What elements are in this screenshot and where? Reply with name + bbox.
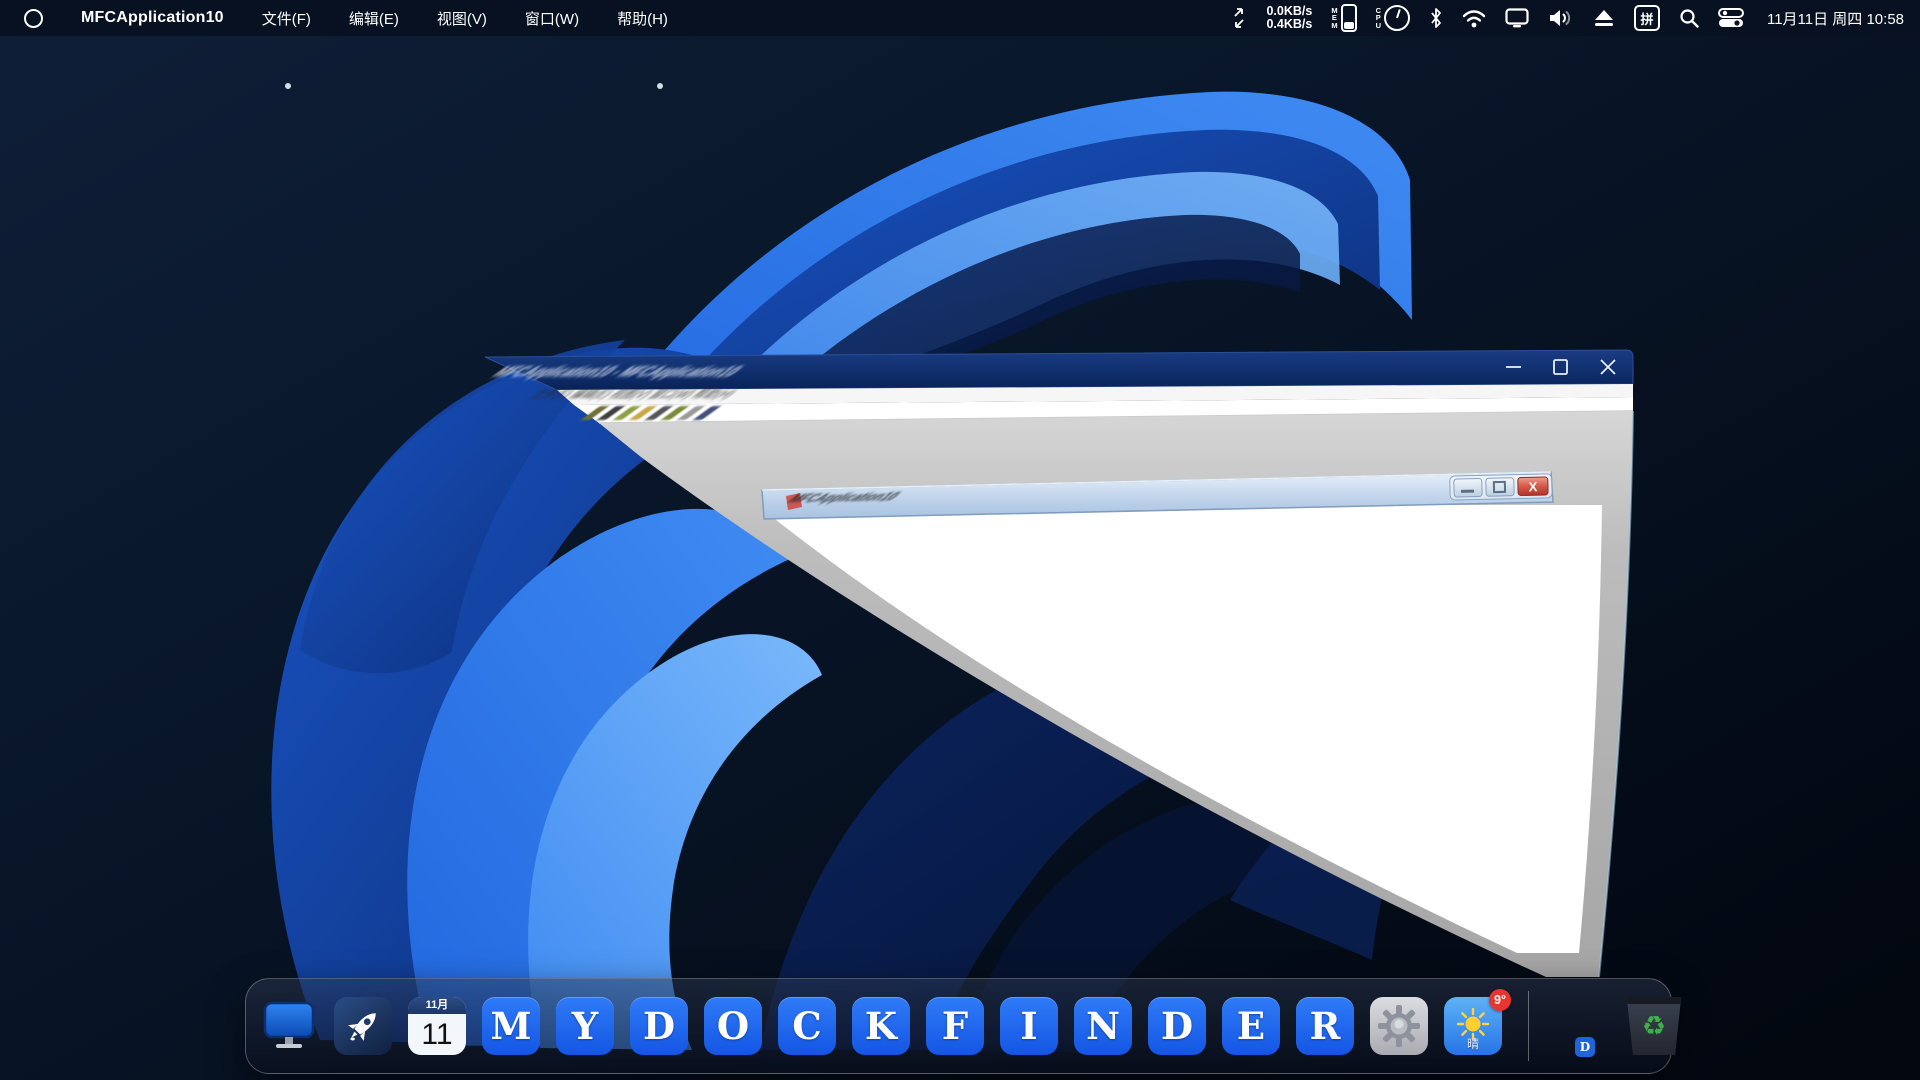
dock-item-calendar[interactable]: 11月 11	[408, 997, 466, 1055]
dock: 11月 11 M Y D O C K F I N D E R	[245, 978, 1672, 1074]
weather-temperature-badge: 9°	[1489, 989, 1511, 1011]
menu-help[interactable]: 帮助(H)	[617, 8, 668, 29]
display-finder-icon	[263, 1001, 315, 1051]
dock-divider	[1528, 991, 1529, 1061]
dock-item-launchpad[interactable]	[334, 997, 392, 1055]
dock-item-display-finder[interactable]	[260, 997, 318, 1055]
dock-item-letter-R[interactable]: R	[1296, 997, 1354, 1055]
menu-file[interactable]: 文件(F)	[262, 8, 311, 29]
gear-icon	[1377, 1004, 1421, 1048]
dock-item-letter-D2[interactable]: D	[1148, 997, 1206, 1055]
download-speed: 0.4KB/s	[1266, 18, 1312, 31]
active-app-name[interactable]: MFCApplication10	[81, 9, 224, 27]
volume-icon[interactable]	[1548, 8, 1574, 28]
running-indicator-letter-D	[657, 83, 663, 89]
cpu-gauge-icon[interactable]: C P U	[1376, 5, 1410, 31]
control-center-icon[interactable]	[1718, 8, 1744, 28]
outer-window-title-warped[interactable]: MFCApplication10 - MFCApplication10	[476, 356, 860, 388]
menu-view[interactable]: 视图(V)	[437, 8, 487, 29]
network-arrows-icon[interactable]	[1231, 8, 1247, 28]
dock-item-letter-F[interactable]: F	[926, 997, 984, 1055]
dock-item-letter-D[interactable]: D	[630, 997, 688, 1055]
svg-text:X: X	[1528, 479, 1537, 494]
dock-item-letter-Y[interactable]: Y	[556, 997, 614, 1055]
recycle-icon: ♻	[1642, 1013, 1666, 1040]
dock-item-letter-C[interactable]: C	[778, 997, 836, 1055]
wifi-icon[interactable]	[1462, 9, 1486, 28]
running-indicator-display	[285, 83, 291, 89]
inner-window-controls: X	[1450, 474, 1553, 500]
network-speed[interactable]: 0.0KB/s 0.4KB/s	[1266, 5, 1312, 31]
menu-edit[interactable]: 编辑(E)	[349, 8, 399, 29]
search-icon[interactable]	[1679, 8, 1699, 28]
inner-minimize-button	[1454, 478, 1482, 497]
bluetooth-icon[interactable]	[1429, 7, 1443, 29]
desktop: X MFCApplication10 - MFCApplication10 文件…	[0, 0, 1920, 1080]
menu-window[interactable]: 窗口(W)	[525, 8, 579, 29]
outer-window-menu-warped: 文件(F) 编辑(E) 视图(V) 窗口(W) 帮助(H)	[522, 387, 774, 403]
dock-item-recycle-bin[interactable]: ♻	[1623, 997, 1685, 1055]
inner-window-body	[766, 505, 1602, 953]
calendar-month: 11月	[408, 997, 466, 1014]
toolbar-icon-streaks	[581, 406, 721, 420]
weather-condition: 晴	[1444, 1035, 1502, 1052]
menu-bar: MFCApplication10 文件(F) 编辑(E) 视图(V) 窗口(W)…	[0, 0, 1920, 36]
dock-item-letter-E[interactable]: E	[1222, 997, 1280, 1055]
inner-maximize-button	[1486, 478, 1514, 497]
dock-item-settings[interactable]	[1370, 997, 1428, 1055]
dock-item-weather[interactable]: 晴 9°	[1444, 997, 1502, 1055]
dock-item-letter-I[interactable]: I	[1000, 997, 1058, 1055]
dock-item-letter-N[interactable]: N	[1074, 997, 1132, 1055]
dock-item-letter-K[interactable]: K	[852, 997, 910, 1055]
ime-badge[interactable]: 拼	[1634, 5, 1660, 31]
clock[interactable]: 11月11日 周四 10:58	[1767, 8, 1904, 29]
mfc-application-window-warped: X MFCApplication10 - MFCApplication10 文件…	[0, 0, 1920, 1080]
display-icon[interactable]	[1505, 8, 1529, 28]
system-menu-icon[interactable]	[24, 9, 43, 28]
eject-icon[interactable]	[1593, 9, 1615, 27]
dock-item-letter-M[interactable]: M	[482, 997, 540, 1055]
memory-gauge-icon[interactable]: M E M	[1331, 4, 1356, 32]
rocket-icon	[343, 1006, 383, 1046]
dock-item-letter-O[interactable]: O	[704, 997, 762, 1055]
calendar-day: 11	[408, 1014, 466, 1055]
dock-minimized-window[interactable]: D	[1575, 1037, 1595, 1057]
